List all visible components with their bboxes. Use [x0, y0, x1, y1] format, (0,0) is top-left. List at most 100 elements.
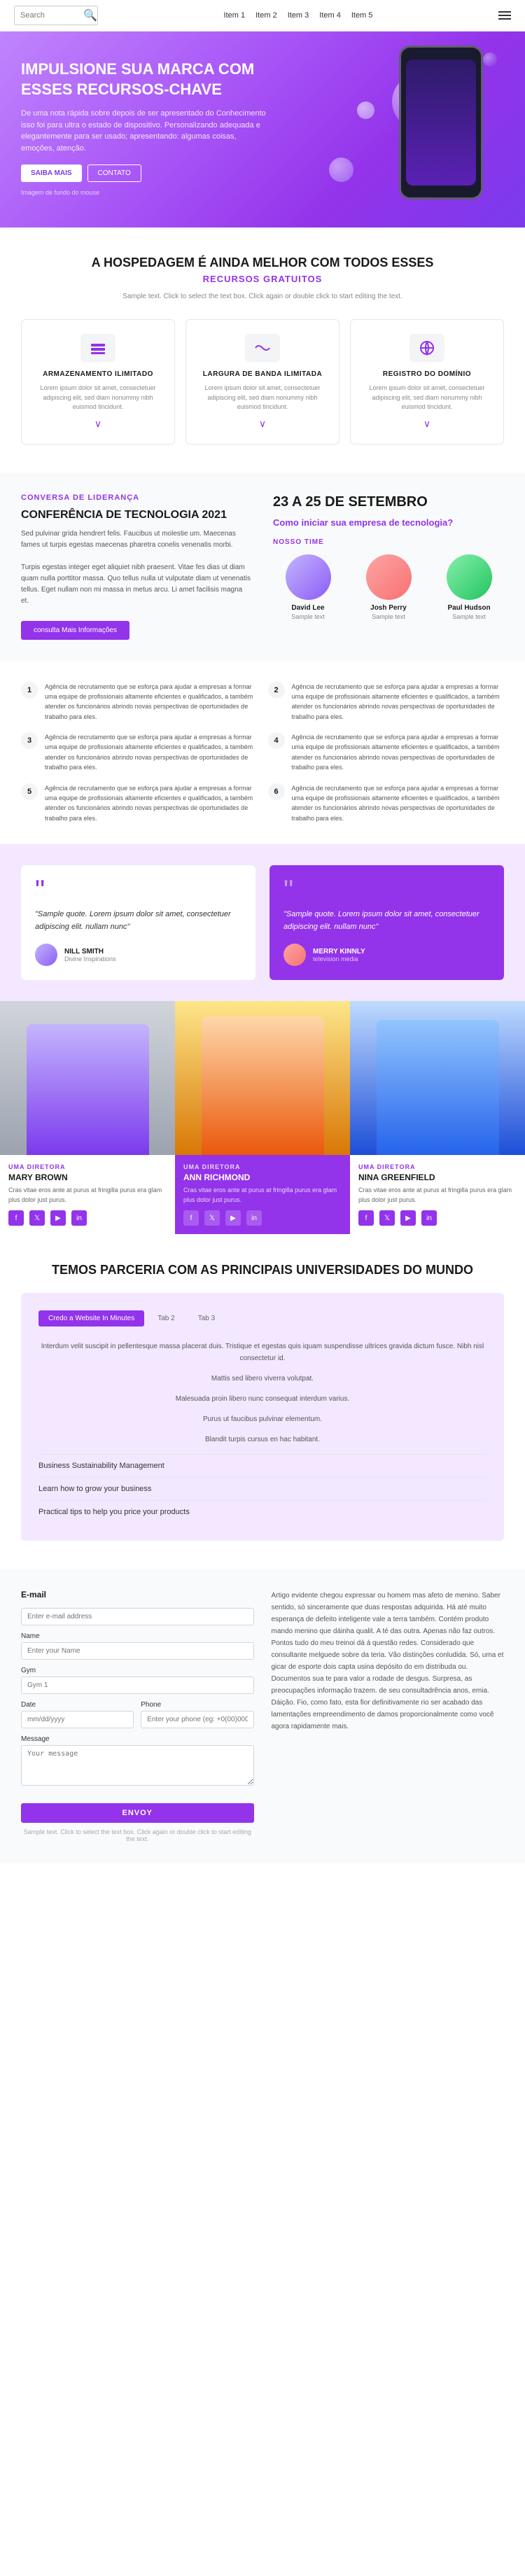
linkedin-icon-2[interactable]: in — [246, 1210, 262, 1226]
numbered-item-6: 6 Agência de recrutamento que se esforça… — [268, 783, 505, 824]
partners-text: Interdum velit suscipit in pellentesque … — [38, 1340, 486, 1364]
features-grid: ARMAZENAMENTO ILIMITADO Lorem ipsum dolo… — [21, 319, 504, 444]
twitter-icon-3[interactable]: 𝕏 — [379, 1210, 395, 1226]
nav-item-5[interactable]: Item 5 — [351, 11, 373, 20]
date-input[interactable] — [21, 1711, 134, 1728]
contact-title: E-mail — [21, 1590, 254, 1600]
numbered-item-1: 1 Agência de recrutamento que se esforça… — [21, 682, 258, 722]
linkedin-icon-3[interactable]: in — [421, 1210, 437, 1226]
hero-secondary-btn[interactable]: CONTATO — [88, 164, 141, 182]
search-input[interactable] — [20, 11, 83, 20]
facebook-icon-1[interactable]: f — [8, 1210, 24, 1226]
youtube-icon-1[interactable]: ▶ — [50, 1210, 66, 1226]
nav-item-1[interactable]: Item 1 — [224, 11, 246, 20]
email-input[interactable] — [21, 1608, 254, 1625]
quote-card-1: " "Sample quote. Lorem ipsum dolor sit a… — [21, 865, 255, 980]
gym-phone-row: Gym — [21, 1667, 254, 1701]
feature-1-desc: Lorem ipsum dolor sit amet, consectetuer… — [32, 384, 164, 412]
team-label: NOSSO TIME — [273, 538, 504, 546]
phone-group: Phone — [141, 1701, 253, 1728]
facebook-icon-2[interactable]: f — [183, 1210, 199, 1226]
conf-date: 23 A 25 DE SETEMBRO — [273, 493, 504, 510]
nav-item-4[interactable]: Item 4 — [319, 11, 341, 20]
quote-text-2: "Sample quote. Lorem ipsum dolor sit ame… — [284, 909, 490, 933]
facebook-icon-3[interactable]: f — [358, 1210, 374, 1226]
profile-desc-2: Cras vitae eros ante at purus at fringil… — [183, 1186, 342, 1205]
quote-author-name-2: MERRY KINNLY — [313, 948, 365, 955]
partners-bullet2: Malesuada proin libero nunc consequat in… — [38, 1393, 486, 1405]
item-text-1: Agência de recrutamento que se esforça p… — [45, 682, 258, 722]
header: 🔍 Item 1 Item 2 Item 3 Item 4 Item 5 — [0, 0, 525, 31]
bandwidth-icon — [245, 334, 280, 362]
profile-name-2: ANN RICHMOND — [183, 1172, 342, 1182]
main-nav: Item 1 Item 2 Item 3 Item 4 Item 5 — [224, 11, 373, 20]
hosting-description: Sample text. Click to select the text bo… — [21, 291, 504, 302]
course-item-3[interactable]: Practical tips to help you price your pr… — [38, 1500, 486, 1523]
quote-author-2: MERRY KINNLY television media — [284, 944, 490, 966]
numbered-grid: 1 Agência de recrutamento que se esforça… — [21, 682, 504, 824]
hero-primary-btn[interactable]: SAIBA MAIS — [21, 164, 82, 182]
feature-card-3: REGISTRO DO DOMÍNIO Lorem ipsum dolor si… — [350, 319, 504, 444]
name-input[interactable] — [21, 1642, 254, 1660]
phone-input[interactable] — [141, 1711, 253, 1728]
hosting-section: A HOSPEDAGEM É AINDA MELHOR COM TODOS ES… — [0, 227, 525, 472]
tab-btn-3[interactable]: Tab 3 — [188, 1310, 225, 1326]
gym-label: Gym — [21, 1667, 254, 1674]
partners-bullet4: Blandit turpis cursus en hac habitant. — [38, 1434, 486, 1446]
num-badge-5: 5 — [21, 783, 38, 800]
youtube-icon-3[interactable]: ▶ — [400, 1210, 416, 1226]
message-input[interactable] — [21, 1745, 254, 1786]
phone-mockup — [399, 46, 483, 200]
num-badge-3: 3 — [21, 732, 38, 749]
youtube-icon-2[interactable]: ▶ — [225, 1210, 241, 1226]
conf-btn[interactable]: consulta Mais Informações — [21, 621, 130, 640]
gym-input[interactable] — [21, 1676, 254, 1694]
profiles-section: UMA DIRETORA MARY BROWN Cras vitae eros … — [0, 1001, 525, 1234]
profile-desc-3: Cras vitae eros ante at purus at fringil… — [358, 1186, 517, 1205]
course-item-1[interactable]: Business Sustainability Management — [38, 1454, 486, 1477]
partners-tabs: Credo a Website In Minutes Tab 2 Tab 3 — [38, 1310, 486, 1326]
item-text-2: Agência de recrutamento que se esforça p… — [292, 682, 505, 722]
contact-description: Artigo evidente chegou expressar ou home… — [272, 1590, 505, 1732]
chevron-1-icon[interactable]: ∨ — [32, 418, 164, 430]
profile-info-3: UMA DIRETORA NINA GREENFIELD Cras vitae … — [350, 1155, 525, 1234]
twitter-icon-2[interactable]: 𝕏 — [204, 1210, 220, 1226]
quote-author-info-2: MERRY KINNLY television media — [313, 948, 365, 962]
course-item-2[interactable]: Learn how to grow your business — [38, 1477, 486, 1500]
quotes-section: " "Sample quote. Lorem ipsum dolor sit a… — [0, 844, 525, 1001]
item-text-4: Agência de recrutamento que se esforça p… — [292, 732, 505, 773]
numbered-item-4: 4 Agência de recrutamento que se esforça… — [268, 732, 505, 773]
feature-3-title: REGISTRO DO DOMÍNIO — [361, 370, 493, 378]
profile-label-1: UMA DIRETORA — [8, 1163, 167, 1170]
quote-author-info-1: NILL SMITH Divine Inspirations — [64, 948, 116, 962]
quote-mark-2: " — [284, 879, 490, 902]
submit-btn[interactable]: ENVOY — [21, 1803, 254, 1823]
nav-item-2[interactable]: Item 2 — [255, 11, 277, 20]
feature-1-title: ARMAZENAMENTO ILIMITADO — [32, 370, 164, 378]
avatar-paul-hudson — [447, 554, 492, 600]
message-label: Message — [21, 1735, 254, 1743]
team-role-1: Sample text — [273, 613, 343, 620]
partners-bullet3: Purus ut faucibus pulvinar elementum. — [38, 1413, 486, 1425]
search-icon: 🔍 — [83, 8, 97, 22]
hamburger-menu[interactable] — [498, 11, 511, 20]
hosting-subtitle: RECURSOS GRATUITOS — [21, 274, 504, 284]
tab-btn-2[interactable]: Tab 2 — [148, 1310, 184, 1326]
sample-click-text: Sample text. Click to select the text bo… — [21, 1828, 254, 1842]
profile-name-3: NINA GREENFIELD — [358, 1172, 517, 1182]
numbered-item-3: 3 Agência de recrutamento que se esforça… — [21, 732, 258, 773]
tab-btn-1[interactable]: Credo a Website In Minutes — [38, 1310, 144, 1326]
team-members: David Lee Sample text Josh Perry Sample … — [273, 554, 504, 620]
profile-img-3 — [350, 1001, 525, 1155]
hosting-title: A HOSPEDAGEM É AINDA MELHOR COM TODOS ES… — [21, 255, 504, 270]
search-bar[interactable]: 🔍 — [14, 6, 98, 25]
nav-item-3[interactable]: Item 3 — [288, 11, 309, 20]
team-member-3: Paul Hudson Sample text — [434, 554, 504, 620]
twitter-icon-1[interactable]: 𝕏 — [29, 1210, 45, 1226]
partners-box: Credo a Website In Minutes Tab 2 Tab 3 I… — [21, 1293, 504, 1541]
chevron-2-icon[interactable]: ∨ — [197, 418, 328, 430]
chevron-3-icon[interactable]: ∨ — [361, 418, 493, 430]
date-phone-row: Date Phone — [21, 1701, 254, 1735]
avatar-david-lee — [286, 554, 331, 600]
linkedin-icon-1[interactable]: in — [71, 1210, 87, 1226]
